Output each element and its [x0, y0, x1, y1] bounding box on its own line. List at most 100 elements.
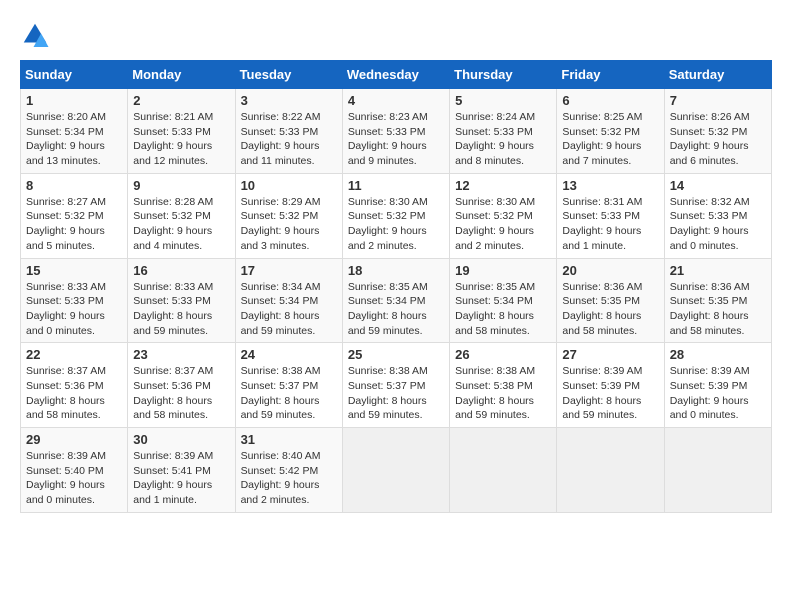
header-sunday: Sunday	[21, 61, 128, 89]
day-info: Sunrise: 8:37 AMSunset: 5:36 PMDaylight:…	[26, 365, 106, 421]
day-number: 19	[455, 263, 551, 278]
calendar-cell	[342, 428, 449, 513]
day-info: Sunrise: 8:20 AMSunset: 5:34 PMDaylight:…	[26, 111, 106, 167]
day-info: Sunrise: 8:29 AMSunset: 5:32 PMDaylight:…	[241, 196, 321, 252]
day-info: Sunrise: 8:26 AMSunset: 5:32 PMDaylight:…	[670, 111, 750, 167]
day-info: Sunrise: 8:33 AMSunset: 5:33 PMDaylight:…	[26, 281, 106, 337]
calendar-cell: 26 Sunrise: 8:38 AMSunset: 5:38 PMDaylig…	[450, 343, 557, 428]
day-info: Sunrise: 8:23 AMSunset: 5:33 PMDaylight:…	[348, 111, 428, 167]
day-number: 11	[348, 178, 444, 193]
calendar-cell: 28 Sunrise: 8:39 AMSunset: 5:39 PMDaylig…	[664, 343, 771, 428]
day-info: Sunrise: 8:39 AMSunset: 5:39 PMDaylight:…	[562, 365, 642, 421]
calendar-header: SundayMondayTuesdayWednesdayThursdayFrid…	[21, 61, 772, 89]
day-number: 29	[26, 432, 122, 447]
calendar-cell: 1 Sunrise: 8:20 AMSunset: 5:34 PMDayligh…	[21, 89, 128, 174]
day-number: 15	[26, 263, 122, 278]
day-number: 21	[670, 263, 766, 278]
calendar-cell: 20 Sunrise: 8:36 AMSunset: 5:35 PMDaylig…	[557, 258, 664, 343]
day-info: Sunrise: 8:22 AMSunset: 5:33 PMDaylight:…	[241, 111, 321, 167]
day-number: 6	[562, 93, 658, 108]
header-wednesday: Wednesday	[342, 61, 449, 89]
calendar-cell: 5 Sunrise: 8:24 AMSunset: 5:33 PMDayligh…	[450, 89, 557, 174]
day-info: Sunrise: 8:34 AMSunset: 5:34 PMDaylight:…	[241, 281, 321, 337]
day-info: Sunrise: 8:35 AMSunset: 5:34 PMDaylight:…	[455, 281, 535, 337]
header-monday: Monday	[128, 61, 235, 89]
calendar-cell: 23 Sunrise: 8:37 AMSunset: 5:36 PMDaylig…	[128, 343, 235, 428]
week-row-1: 1 Sunrise: 8:20 AMSunset: 5:34 PMDayligh…	[21, 89, 772, 174]
week-row-4: 22 Sunrise: 8:37 AMSunset: 5:36 PMDaylig…	[21, 343, 772, 428]
day-info: Sunrise: 8:35 AMSunset: 5:34 PMDaylight:…	[348, 281, 428, 337]
day-info: Sunrise: 8:39 AMSunset: 5:41 PMDaylight:…	[133, 450, 213, 506]
calendar-cell: 29 Sunrise: 8:39 AMSunset: 5:40 PMDaylig…	[21, 428, 128, 513]
header-friday: Friday	[557, 61, 664, 89]
day-info: Sunrise: 8:38 AMSunset: 5:37 PMDaylight:…	[241, 365, 321, 421]
calendar-cell: 3 Sunrise: 8:22 AMSunset: 5:33 PMDayligh…	[235, 89, 342, 174]
day-number: 9	[133, 178, 229, 193]
logo	[20, 20, 54, 50]
day-number: 10	[241, 178, 337, 193]
day-info: Sunrise: 8:39 AMSunset: 5:40 PMDaylight:…	[26, 450, 106, 506]
calendar-cell: 16 Sunrise: 8:33 AMSunset: 5:33 PMDaylig…	[128, 258, 235, 343]
calendar-table: SundayMondayTuesdayWednesdayThursdayFrid…	[20, 60, 772, 513]
day-info: Sunrise: 8:39 AMSunset: 5:39 PMDaylight:…	[670, 365, 750, 421]
day-info: Sunrise: 8:30 AMSunset: 5:32 PMDaylight:…	[455, 196, 535, 252]
header	[20, 20, 772, 50]
day-info: Sunrise: 8:36 AMSunset: 5:35 PMDaylight:…	[562, 281, 642, 337]
calendar-cell: 25 Sunrise: 8:38 AMSunset: 5:37 PMDaylig…	[342, 343, 449, 428]
day-number: 18	[348, 263, 444, 278]
day-info: Sunrise: 8:40 AMSunset: 5:42 PMDaylight:…	[241, 450, 321, 506]
day-number: 27	[562, 347, 658, 362]
day-number: 25	[348, 347, 444, 362]
day-number: 16	[133, 263, 229, 278]
day-info: Sunrise: 8:21 AMSunset: 5:33 PMDaylight:…	[133, 111, 213, 167]
calendar-cell: 24 Sunrise: 8:38 AMSunset: 5:37 PMDaylig…	[235, 343, 342, 428]
day-number: 3	[241, 93, 337, 108]
calendar-cell: 30 Sunrise: 8:39 AMSunset: 5:41 PMDaylig…	[128, 428, 235, 513]
header-saturday: Saturday	[664, 61, 771, 89]
calendar-cell: 19 Sunrise: 8:35 AMSunset: 5:34 PMDaylig…	[450, 258, 557, 343]
day-info: Sunrise: 8:32 AMSunset: 5:33 PMDaylight:…	[670, 196, 750, 252]
calendar-body: 1 Sunrise: 8:20 AMSunset: 5:34 PMDayligh…	[21, 89, 772, 513]
day-info: Sunrise: 8:37 AMSunset: 5:36 PMDaylight:…	[133, 365, 213, 421]
calendar-cell: 27 Sunrise: 8:39 AMSunset: 5:39 PMDaylig…	[557, 343, 664, 428]
day-info: Sunrise: 8:25 AMSunset: 5:32 PMDaylight:…	[562, 111, 642, 167]
day-number: 12	[455, 178, 551, 193]
calendar-cell: 13 Sunrise: 8:31 AMSunset: 5:33 PMDaylig…	[557, 173, 664, 258]
calendar-cell: 8 Sunrise: 8:27 AMSunset: 5:32 PMDayligh…	[21, 173, 128, 258]
calendar-cell	[557, 428, 664, 513]
day-number: 5	[455, 93, 551, 108]
day-info: Sunrise: 8:30 AMSunset: 5:32 PMDaylight:…	[348, 196, 428, 252]
day-info: Sunrise: 8:27 AMSunset: 5:32 PMDaylight:…	[26, 196, 106, 252]
header-row: SundayMondayTuesdayWednesdayThursdayFrid…	[21, 61, 772, 89]
day-number: 23	[133, 347, 229, 362]
week-row-2: 8 Sunrise: 8:27 AMSunset: 5:32 PMDayligh…	[21, 173, 772, 258]
logo-icon	[20, 20, 50, 50]
day-number: 22	[26, 347, 122, 362]
calendar-cell: 6 Sunrise: 8:25 AMSunset: 5:32 PMDayligh…	[557, 89, 664, 174]
calendar-cell: 9 Sunrise: 8:28 AMSunset: 5:32 PMDayligh…	[128, 173, 235, 258]
day-number: 1	[26, 93, 122, 108]
calendar-cell: 11 Sunrise: 8:30 AMSunset: 5:32 PMDaylig…	[342, 173, 449, 258]
day-info: Sunrise: 8:38 AMSunset: 5:37 PMDaylight:…	[348, 365, 428, 421]
day-info: Sunrise: 8:28 AMSunset: 5:32 PMDaylight:…	[133, 196, 213, 252]
calendar-cell: 10 Sunrise: 8:29 AMSunset: 5:32 PMDaylig…	[235, 173, 342, 258]
day-number: 26	[455, 347, 551, 362]
calendar-cell: 21 Sunrise: 8:36 AMSunset: 5:35 PMDaylig…	[664, 258, 771, 343]
day-number: 13	[562, 178, 658, 193]
day-number: 30	[133, 432, 229, 447]
day-number: 4	[348, 93, 444, 108]
day-number: 14	[670, 178, 766, 193]
calendar-cell: 14 Sunrise: 8:32 AMSunset: 5:33 PMDaylig…	[664, 173, 771, 258]
calendar-cell: 22 Sunrise: 8:37 AMSunset: 5:36 PMDaylig…	[21, 343, 128, 428]
calendar-cell	[664, 428, 771, 513]
day-info: Sunrise: 8:38 AMSunset: 5:38 PMDaylight:…	[455, 365, 535, 421]
day-number: 20	[562, 263, 658, 278]
day-info: Sunrise: 8:31 AMSunset: 5:33 PMDaylight:…	[562, 196, 642, 252]
calendar-cell: 17 Sunrise: 8:34 AMSunset: 5:34 PMDaylig…	[235, 258, 342, 343]
day-number: 31	[241, 432, 337, 447]
day-number: 24	[241, 347, 337, 362]
day-number: 7	[670, 93, 766, 108]
calendar-cell: 18 Sunrise: 8:35 AMSunset: 5:34 PMDaylig…	[342, 258, 449, 343]
day-number: 8	[26, 178, 122, 193]
day-info: Sunrise: 8:24 AMSunset: 5:33 PMDaylight:…	[455, 111, 535, 167]
